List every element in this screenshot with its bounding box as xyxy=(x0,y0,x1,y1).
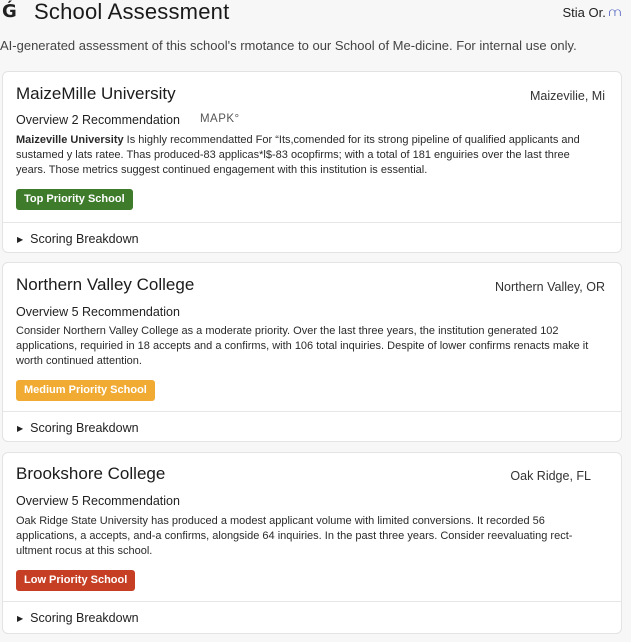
page-title: School Assessment xyxy=(34,0,230,24)
user-menu[interactable]: Stia Or. ⩋ xyxy=(562,3,621,21)
school-name-inline: Maizeville University xyxy=(16,134,124,146)
school-card: Brookshore College Oak Ridge, FL Overvie… xyxy=(2,452,622,634)
school-location: Maizevilie, Mi xyxy=(529,89,605,103)
priority-badge: Low Priority School xyxy=(16,570,136,591)
school-location: Oak Ridge, FL xyxy=(510,469,591,483)
scoring-breakdown-toggle[interactable]: ▶ Scoring Breakdown xyxy=(17,421,139,435)
school-card: MaizeMille University Maizevilie, Mi Ove… xyxy=(2,71,622,253)
user-menu-icon[interactable]: ⩋ xyxy=(609,5,621,20)
recommendation-line: Overview 2 Recommendation MAPK° xyxy=(16,113,240,127)
school-description: Consider Northern Valley College as a mo… xyxy=(16,325,589,367)
expand-triangle-icon[interactable]: ▶ xyxy=(17,235,23,244)
scoring-breakdown-label[interactable]: Scoring Breakdown xyxy=(30,232,138,246)
scoring-breakdown-toggle[interactable]: ▶ Scoring Breakdown xyxy=(17,232,139,246)
scoring-breakdown-toggle[interactable]: ▶ Scoring Breakdown xyxy=(17,611,139,625)
user-name[interactable]: Stia Or. xyxy=(562,5,605,20)
school-description: Oak Ridge State University has produced … xyxy=(16,515,573,557)
expand-triangle-icon[interactable]: ▶ xyxy=(17,424,23,433)
card-divider xyxy=(3,222,621,223)
scoring-breakdown-label[interactable]: Scoring Breakdown xyxy=(30,611,138,625)
school-description: Maizeville University Is highly recommen… xyxy=(16,133,601,178)
scoring-breakdown-label[interactable]: Scoring Breakdown xyxy=(30,421,138,435)
app-header: Ǵ School Assessment Stia Or. ⩋ xyxy=(0,0,631,30)
school-name: MaizeMille University xyxy=(16,84,176,103)
card-divider xyxy=(3,601,621,602)
school-card: Northern Valley College Northern Valley,… xyxy=(2,262,622,442)
recommendation-label: Overview 5 Recommendation xyxy=(16,494,180,508)
recommendation-label: Overview 5 Recommendation xyxy=(16,305,180,319)
recommendation-line: Overview 5 Recommendation xyxy=(16,494,180,508)
school-location: Northern Valley, OR xyxy=(495,280,605,294)
page-subtitle: AI-generated assessment of this school's… xyxy=(0,38,577,53)
priority-badge: Top Priority School xyxy=(16,189,133,210)
recommendation-line: Overview 5 Recommendation xyxy=(16,305,180,319)
card-divider xyxy=(3,411,621,412)
app-logo-icon[interactable]: Ǵ xyxy=(2,2,22,22)
school-name: Brookshore College xyxy=(16,464,166,483)
recommendation-tag: MAPK° xyxy=(199,113,240,125)
priority-badge: Medium Priority School xyxy=(16,380,155,401)
expand-triangle-icon[interactable]: ▶ xyxy=(17,614,23,623)
school-name: Northern Valley College xyxy=(16,275,195,294)
recommendation-label: Overview 2 Recommendation xyxy=(16,113,180,127)
